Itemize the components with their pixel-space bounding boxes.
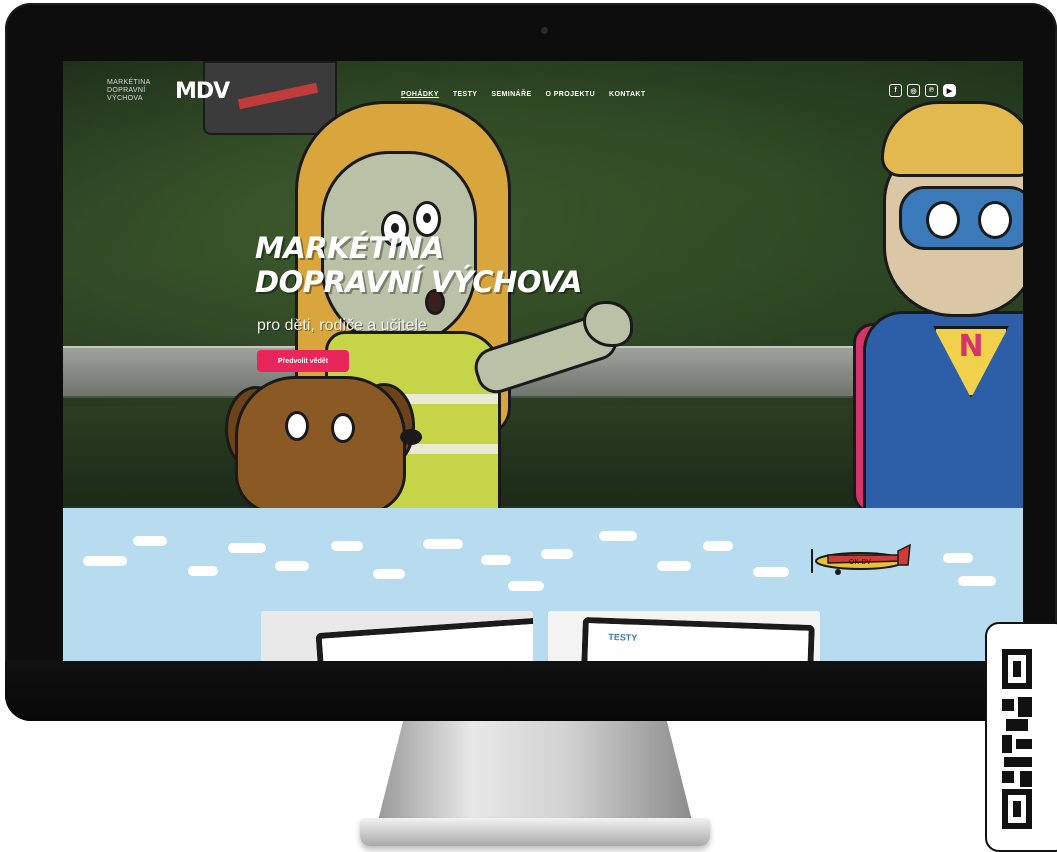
card-laptop-screen	[315, 616, 533, 661]
website-screen: N MARKÉTINA DOPRAVNÍ VÝCHOVA MDV POHÁDKY…	[63, 61, 1023, 661]
nav-item-testy[interactable]: TESTY	[453, 91, 478, 98]
airplane-illustration: OK-DV	[811, 543, 911, 575]
pinterest-icon[interactable]: ℗	[925, 84, 938, 97]
nav-item-o-projektu[interactable]: O PROJEKTU	[546, 91, 596, 98]
monitor-frame: N MARKÉTINA DOPRAVNÍ VÝCHOVA MDV POHÁDKY…	[5, 3, 1057, 721]
site-logo[interactable]: MARKÉTINA DOPRAVNÍ VÝCHOVA MDV	[107, 77, 237, 115]
hero-title-line-1: MARKÉTINA	[255, 231, 444, 265]
nav-item-kontakt[interactable]: KONTAKT	[609, 91, 646, 98]
cloud	[188, 566, 218, 576]
social-links: f ◎ ℗ ▶	[889, 84, 956, 97]
cloud	[423, 539, 463, 549]
cloud	[753, 567, 789, 577]
nav-item-seminare[interactable]: SEMINÁŘE	[491, 91, 531, 98]
cloud	[657, 561, 691, 571]
cloud	[275, 561, 309, 571]
emblem-letter: N	[958, 329, 984, 364]
hero-cta-button[interactable]: Předvolit vědět	[257, 350, 349, 372]
qr-code-icon	[1002, 649, 1032, 829]
logo-line: DOPRAVNÍ	[107, 87, 146, 94]
instagram-icon[interactable]: ◎	[907, 84, 920, 97]
card-pohadky[interactable]	[261, 611, 533, 661]
monitor-stand-neck	[378, 721, 692, 821]
hero-title: MARKÉTINA DOPRAVNÍ VÝCHOVA	[255, 231, 582, 299]
main-nav: POHÁDKY TESTY SEMINÁŘE O PROJEKTU KONTAK…	[401, 91, 646, 98]
cloud	[703, 541, 733, 551]
youtube-icon[interactable]: ▶	[943, 84, 956, 97]
cloud	[943, 553, 973, 563]
cloud	[373, 569, 405, 579]
logo-line: MARKÉTINA	[107, 79, 151, 86]
mask-left-eye	[926, 201, 960, 239]
dog-right-eye	[331, 413, 355, 443]
superhero-hair	[881, 101, 1023, 177]
card-heading: TESTY	[608, 631, 638, 643]
dog-nose	[400, 429, 422, 445]
plane-label: OK-DV	[849, 559, 872, 566]
cloud	[958, 576, 996, 586]
cloud	[83, 556, 127, 566]
hero-section: N MARKÉTINA DOPRAVNÍ VÝCHOVA MDV POHÁDKY…	[63, 61, 1023, 514]
mask-right-eye	[978, 201, 1012, 239]
cloud	[133, 536, 167, 546]
cloud	[481, 555, 511, 565]
dog-head-illustration	[235, 376, 406, 514]
logo-mark: MDV	[175, 79, 230, 104]
facebook-icon[interactable]: f	[889, 84, 902, 97]
card-testy[interactable]: TESTY	[548, 611, 820, 661]
cloud	[228, 543, 266, 553]
cloud	[331, 541, 363, 551]
logo-line: VÝCHOVA	[107, 95, 143, 102]
qr-code-badge	[985, 622, 1057, 852]
dog-left-eye	[285, 411, 309, 441]
superhero-mask	[899, 186, 1023, 250]
hero-subtitle: pro děti, rodiče a učitele	[257, 317, 427, 334]
card-laptop-screen: TESTY	[581, 616, 815, 661]
monitor-stand-base	[360, 818, 710, 846]
hero-title-line-2: DOPRAVNÍ VÝCHOVA	[255, 265, 582, 299]
cloud	[508, 581, 544, 591]
cloud	[599, 531, 637, 541]
cloud	[541, 549, 573, 559]
logo-text: MARKÉTINA DOPRAVNÍ VÝCHOVA	[107, 79, 177, 103]
monitor-chin	[5, 661, 1057, 721]
nav-item-pohadky[interactable]: POHÁDKY	[401, 91, 439, 98]
camera-dot	[541, 27, 548, 34]
